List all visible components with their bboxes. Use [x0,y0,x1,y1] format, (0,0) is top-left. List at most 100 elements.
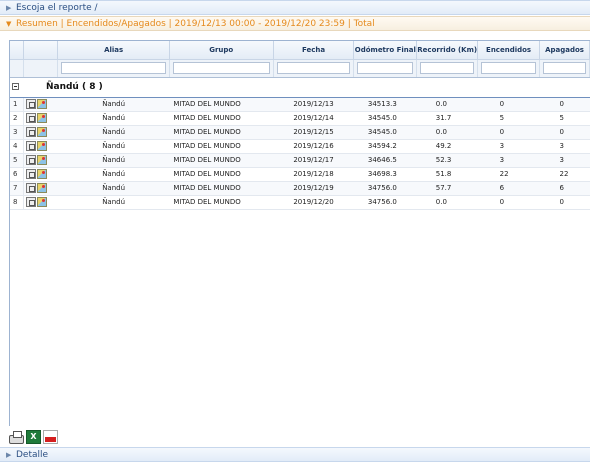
header-fecha[interactable]: Fecha [273,41,355,60]
view-details-icon[interactable] [26,127,37,137]
view-details-icon[interactable] [26,183,37,193]
cell-recorrido: 0.0 [416,195,478,210]
map-icon[interactable] [37,141,48,151]
report-selector-header[interactable]: ▶ Escoja el reporte / [0,0,590,15]
cell-odometro: 34756.0 [353,195,417,210]
table-row[interactable]: 6 Ñandú MITAD DEL MUNDO 2019/12/18 34698.3 51… [10,167,590,182]
cell-fecha: 2019/12/19 [273,181,354,196]
map-icon[interactable] [37,169,48,179]
table-row[interactable]: 8 Ñandú MITAD DEL MUNDO 2019/12/20 34756.0 0.… [10,195,590,210]
row-number: 5 [10,153,25,168]
filter-grupo-input[interactable] [172,62,270,74]
cell-fecha: 2019/12/15 [273,125,354,140]
view-details-icon[interactable] [26,197,37,207]
cell-fecha: 2019/12/17 [273,153,354,168]
row-number: 4 [10,139,25,154]
chevron-down-icon: ▼ [6,19,12,28]
detail-header[interactable]: ▶ Detalle [0,447,590,462]
collapse-group-icon[interactable] [12,82,19,90]
cell-alias: Ñandú [57,153,170,168]
cell-apagados: 0 [539,97,590,112]
report-selector-label: Escoja el reporte / [16,2,98,13]
cell-encendidos: 22 [477,167,540,182]
report-table: Alias Grupo Fecha Odómetro Final Recorri… [10,41,590,210]
printer-icon[interactable] [9,430,24,444]
cell-recorrido: 0.0 [416,125,478,140]
table-row[interactable]: 7 Ñandú MITAD DEL MUNDO 2019/12/19 34756.0 57… [10,181,590,196]
table-row[interactable]: 1 Ñandú MITAD DEL MUNDO 2019/12/13 34513.3 0.… [10,97,590,112]
cell-fecha: 2019/12/20 [273,195,354,210]
filter-encendidos-input[interactable] [481,62,537,74]
cell-encendidos: 3 [477,153,540,168]
excel-icon[interactable]: X [26,430,41,444]
export-toolbar: X [9,430,58,444]
cell-grupo: MITAD DEL MUNDO [169,181,274,196]
view-details-icon[interactable] [26,169,37,179]
cell-recorrido: 57.7 [416,181,478,196]
cell-alias: Ñandú [57,111,170,126]
filter-fecha-input[interactable] [276,62,351,74]
map-icon[interactable] [37,155,48,165]
filter-alias-input[interactable] [61,62,166,74]
table-row[interactable]: 5 Ñandú MITAD DEL MUNDO 2019/12/17 34646.5 52… [10,153,590,168]
cell-odometro: 34698.3 [353,167,417,182]
view-details-icon[interactable] [26,141,37,151]
cell-grupo: MITAD DEL MUNDO [169,125,274,140]
map-icon[interactable] [37,183,48,193]
table-row[interactable]: 2 Ñandú MITAD DEL MUNDO 2019/12/14 34545.0 31… [10,111,590,126]
header-grupo[interactable]: Grupo [169,41,274,60]
cell-alias: Ñandú [57,167,170,182]
pdf-icon[interactable] [43,430,58,444]
header-odometro[interactable]: Odómetro Final [353,41,418,60]
map-icon[interactable] [37,127,48,137]
map-icon[interactable] [37,197,48,207]
row-number: 3 [10,125,25,140]
summary-title: Resumen | Encendidos/Apagados | 2019/12/… [16,18,375,29]
cell-grupo: MITAD DEL MUNDO [169,111,274,126]
filter-recorrido-input[interactable] [420,62,475,74]
cell-odometro: 34545.0 [353,111,417,126]
cell-encendidos: 6 [477,181,540,196]
cell-recorrido: 0.0 [416,97,478,112]
filter-apagados-input[interactable] [543,62,586,74]
row-number: 6 [10,167,25,182]
chevron-right-icon: ▶ [6,450,12,459]
cell-encendidos: 5 [477,111,540,126]
group-title: Ñandú ( 8 ) [23,77,590,98]
cell-encendidos: 3 [477,139,540,154]
header-encendidos[interactable]: Encendidos [477,41,541,60]
cell-encendidos: 0 [477,125,540,140]
header-row-number [10,41,25,60]
cell-encendidos: 0 [477,97,540,112]
cell-apagados: 6 [539,181,590,196]
cell-apagados: 3 [539,139,590,154]
map-icon[interactable] [37,113,48,123]
cell-encendidos: 0 [477,195,540,210]
table-row[interactable]: 4 Ñandú MITAD DEL MUNDO 2019/12/16 34594.2 49… [10,139,590,154]
header-recorrido[interactable]: Recorrido (Km) [416,41,479,60]
cell-recorrido: 49.2 [416,139,478,154]
cell-recorrido: 52.3 [416,153,478,168]
chevron-right-icon: ▶ [6,3,12,12]
cell-apagados: 5 [539,111,590,126]
table-row[interactable]: 3 Ñandú MITAD DEL MUNDO 2019/12/15 34545.0 0.… [10,125,590,140]
cell-apagados: 3 [539,153,590,168]
cell-fecha: 2019/12/16 [273,139,354,154]
header-apagados[interactable]: Apagados [539,41,590,60]
view-details-icon[interactable] [26,113,37,123]
cell-fecha: 2019/12/18 [273,167,354,182]
cell-recorrido: 51.8 [416,167,478,182]
cell-grupo: MITAD DEL MUNDO [169,167,274,182]
header-actions [23,41,59,60]
view-details-icon[interactable] [26,99,37,109]
row-number: 2 [10,111,25,126]
cell-apagados: 0 [539,195,590,210]
view-details-icon[interactable] [26,155,37,165]
header-alias[interactable]: Alias [57,41,170,60]
map-icon[interactable] [37,99,48,109]
summary-header[interactable]: ▼ Resumen | Encendidos/Apagados | 2019/1… [0,16,590,31]
cell-odometro: 34756.0 [353,181,417,196]
filter-odometro-input[interactable] [357,62,414,74]
cell-alias: Ñandú [57,97,170,112]
cell-grupo: MITAD DEL MUNDO [169,195,274,210]
